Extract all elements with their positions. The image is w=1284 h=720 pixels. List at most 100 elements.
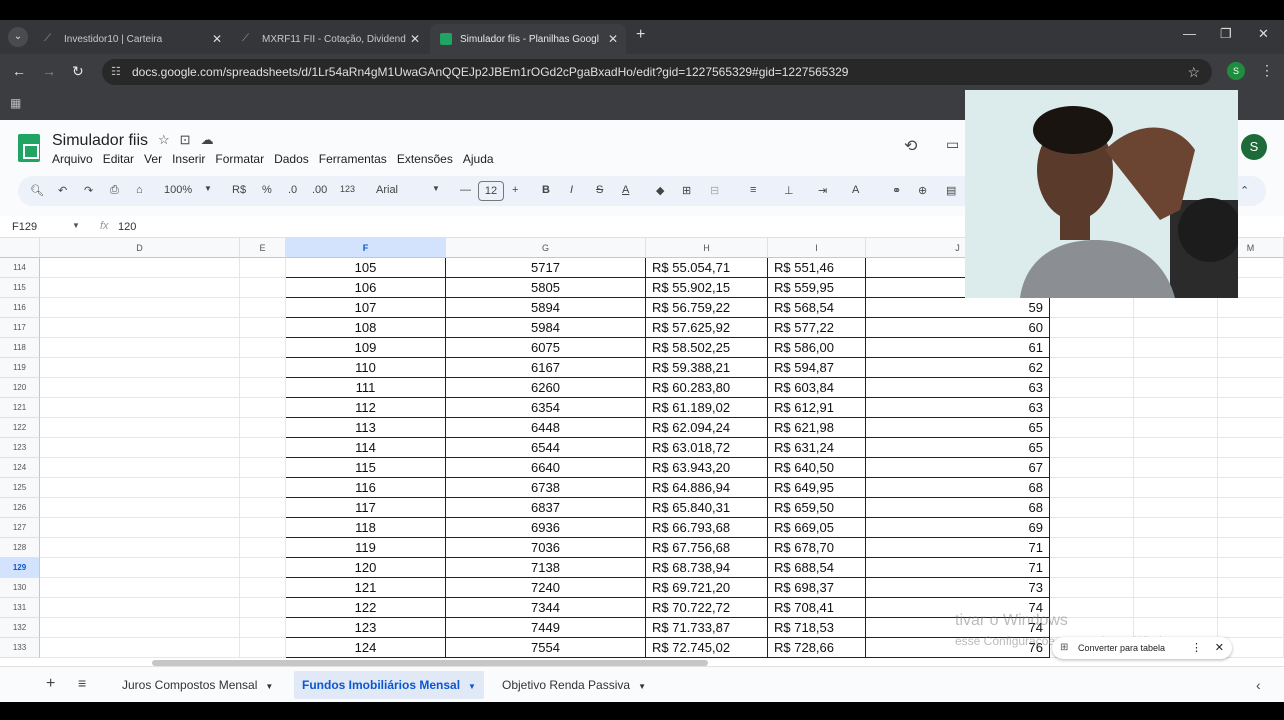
- table-cell[interactable]: [1134, 598, 1218, 618]
- table-cell[interactable]: 115: [286, 458, 446, 478]
- table-cell[interactable]: [1218, 298, 1284, 318]
- table-cell[interactable]: [240, 498, 286, 518]
- bookmark-star-icon[interactable]: ☆: [1187, 59, 1200, 85]
- bold-icon[interactable]: B: [542, 184, 550, 196]
- sheet-nav-left-icon[interactable]: ‹: [1256, 677, 1261, 693]
- table-cell[interactable]: 5717: [446, 258, 646, 278]
- row-header[interactable]: 120: [0, 378, 40, 398]
- sheet-tab-dropdown-icon[interactable]: ▼: [638, 682, 646, 691]
- table-cell[interactable]: R$ 63.018,72: [646, 438, 768, 458]
- table-cell[interactable]: R$ 551,46: [768, 258, 866, 278]
- insert-chart-icon[interactable]: ▤: [946, 184, 956, 197]
- convert-to-table-chip[interactable]: ⊞ Converter para tabela ⋮ ✕: [1052, 637, 1232, 659]
- table-cell[interactable]: [240, 378, 286, 398]
- row-header[interactable]: 114: [0, 258, 40, 278]
- zoom-select[interactable]: 100%: [164, 184, 192, 196]
- table-cell[interactable]: [1050, 358, 1134, 378]
- table-cell[interactable]: [240, 258, 286, 278]
- column-header[interactable]: I: [768, 238, 866, 258]
- table-cell[interactable]: [1134, 398, 1218, 418]
- table-cell[interactable]: [240, 638, 286, 658]
- row-header[interactable]: 117: [0, 318, 40, 338]
- table-cell[interactable]: 120: [286, 558, 446, 578]
- table-cell[interactable]: [1134, 418, 1218, 438]
- table-cell[interactable]: [1218, 418, 1284, 438]
- table-cell[interactable]: 121: [286, 578, 446, 598]
- table-cell[interactable]: 114: [286, 438, 446, 458]
- table-cell[interactable]: 62: [866, 358, 1050, 378]
- table-cell[interactable]: [1134, 338, 1218, 358]
- table-cell[interactable]: R$ 640,50: [768, 458, 866, 478]
- table-cell[interactable]: 112: [286, 398, 446, 418]
- table-cell[interactable]: [1218, 618, 1284, 638]
- table-cell[interactable]: [1050, 398, 1134, 418]
- column-header[interactable]: G: [446, 238, 646, 258]
- fill-color-icon[interactable]: ◆: [656, 184, 664, 197]
- column-header[interactable]: D: [40, 238, 240, 258]
- table-cell[interactable]: 63: [866, 378, 1050, 398]
- row-header[interactable]: 124: [0, 458, 40, 478]
- table-cell[interactable]: [240, 578, 286, 598]
- browser-menu-icon[interactable]: ⋮: [1260, 62, 1274, 79]
- table-cell[interactable]: [240, 558, 286, 578]
- back-icon[interactable]: ←: [12, 63, 26, 79]
- table-cell[interactable]: 71: [866, 558, 1050, 578]
- table-cell[interactable]: 5984: [446, 318, 646, 338]
- row-header[interactable]: 115: [0, 278, 40, 298]
- table-cell[interactable]: 5805: [446, 278, 646, 298]
- address-bar[interactable]: ☷ docs.google.com/spreadsheets/d/1Lr54aR…: [102, 59, 1212, 85]
- row-header[interactable]: 123: [0, 438, 40, 458]
- table-cell[interactable]: R$ 60.283,80: [646, 378, 768, 398]
- table-cell[interactable]: R$ 55.054,71: [646, 258, 768, 278]
- paint-format-icon[interactable]: ⌂: [136, 184, 143, 196]
- table-cell[interactable]: [1050, 498, 1134, 518]
- table-cell[interactable]: [240, 478, 286, 498]
- table-cell[interactable]: R$ 69.721,20: [646, 578, 768, 598]
- chip-close-icon[interactable]: ✕: [1215, 637, 1224, 659]
- table-cell[interactable]: 73: [866, 578, 1050, 598]
- table-cell[interactable]: 105: [286, 258, 446, 278]
- table-cell[interactable]: [1050, 318, 1134, 338]
- comments-icon[interactable]: ▭: [946, 136, 959, 153]
- table-cell[interactable]: R$ 71.733,87: [646, 618, 768, 638]
- table-cell[interactable]: [1050, 578, 1134, 598]
- sheet-tab-dropdown-icon[interactable]: ▼: [468, 682, 476, 691]
- table-cell[interactable]: [240, 338, 286, 358]
- minimize-icon[interactable]: —: [1183, 26, 1196, 41]
- search-menus-icon[interactable]: 🔍︎: [30, 184, 44, 197]
- table-cell[interactable]: R$ 718,53: [768, 618, 866, 638]
- table-cell[interactable]: [1218, 518, 1284, 538]
- menu-dados[interactable]: Dados: [274, 152, 309, 166]
- table-cell[interactable]: [1050, 378, 1134, 398]
- table-cell[interactable]: R$ 64.886,94: [646, 478, 768, 498]
- table-cell[interactable]: [40, 358, 240, 378]
- redo-icon[interactable]: ↷: [84, 184, 93, 197]
- table-cell[interactable]: 6936: [446, 518, 646, 538]
- number-format-button[interactable]: 123: [340, 184, 355, 194]
- increase-decimal-button[interactable]: .00: [312, 184, 327, 196]
- table-cell[interactable]: [1218, 578, 1284, 598]
- table-cell[interactable]: [1218, 458, 1284, 478]
- table-cell[interactable]: [40, 398, 240, 418]
- table-cell[interactable]: 6837: [446, 498, 646, 518]
- text-color-icon[interactable]: A: [622, 184, 629, 196]
- table-cell[interactable]: R$ 65.840,31: [646, 498, 768, 518]
- table-cell[interactable]: 108: [286, 318, 446, 338]
- table-cell[interactable]: 6448: [446, 418, 646, 438]
- table-cell[interactable]: R$ 612,91: [768, 398, 866, 418]
- table-cell[interactable]: [40, 298, 240, 318]
- table-cell[interactable]: [1050, 478, 1134, 498]
- table-cell[interactable]: [40, 258, 240, 278]
- table-cell[interactable]: [40, 578, 240, 598]
- table-cell[interactable]: 65: [866, 438, 1050, 458]
- table-cell[interactable]: [240, 538, 286, 558]
- table-cell[interactable]: R$ 58.502,25: [646, 338, 768, 358]
- row-header[interactable]: 119: [0, 358, 40, 378]
- table-cell[interactable]: R$ 621,98: [768, 418, 866, 438]
- tab-search-icon[interactable]: ⌄: [8, 27, 28, 47]
- browser-tab[interactable]: ⟋ MXRF11 FII - Cotação, Dividend ✕: [232, 24, 428, 54]
- row-header[interactable]: 127: [0, 518, 40, 538]
- select-all-corner[interactable]: [0, 238, 40, 258]
- table-cell[interactable]: [1218, 538, 1284, 558]
- table-cell[interactable]: 6738: [446, 478, 646, 498]
